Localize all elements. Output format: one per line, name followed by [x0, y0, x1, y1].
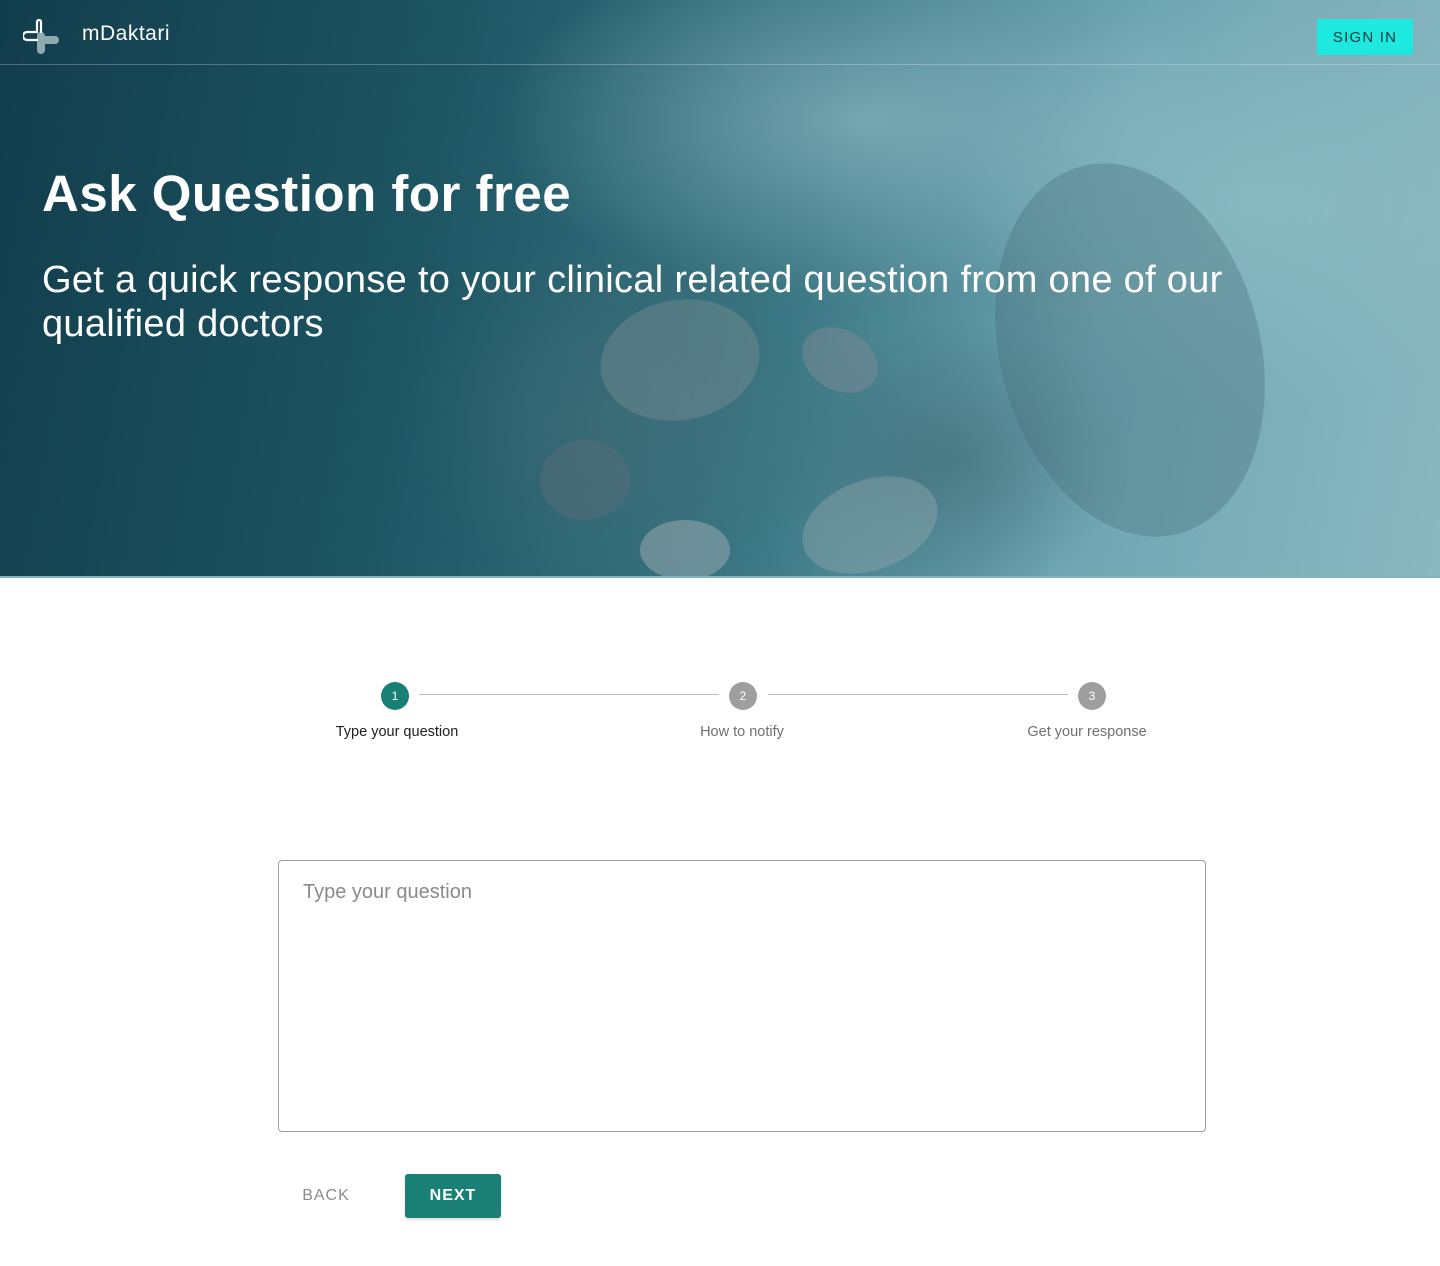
brand-name[interactable]: mDaktari	[82, 22, 170, 46]
medical-cross-icon[interactable]	[21, 18, 61, 56]
hero-background-shape	[788, 458, 952, 576]
hero-background-shape	[540, 440, 630, 520]
step-1-label: Type your question	[335, 724, 459, 740]
step-3-label: Get your response	[1027, 724, 1147, 740]
step-connector	[768, 694, 1068, 695]
step-3-indicator: 3	[1078, 682, 1106, 710]
sign-in-button[interactable]: SIGN IN	[1317, 19, 1413, 55]
step-2-indicator: 2	[729, 682, 757, 710]
back-button[interactable]: BACK	[282, 1174, 370, 1218]
page-title: Ask Question for free	[42, 165, 572, 222]
top-navigation-bar: mDaktari SIGN IN	[0, 0, 1440, 65]
page-subtitle: Get a quick response to your clinical re…	[42, 259, 1223, 345]
hero-background-shape	[640, 520, 730, 576]
progress-stepper: 1 2 3 Type your question How to notify G…	[0, 680, 1440, 750]
question-textarea[interactable]	[279, 861, 1205, 1131]
step-1-indicator: 1	[381, 682, 409, 710]
step-connector	[419, 694, 719, 695]
hero-background-shape	[955, 132, 1305, 568]
next-button[interactable]: NEXT	[405, 1174, 501, 1218]
question-field-container	[278, 860, 1206, 1132]
step-2-label: How to notify	[700, 724, 784, 740]
hero-banner: mDaktari SIGN IN Ask Question for free G…	[0, 0, 1440, 578]
